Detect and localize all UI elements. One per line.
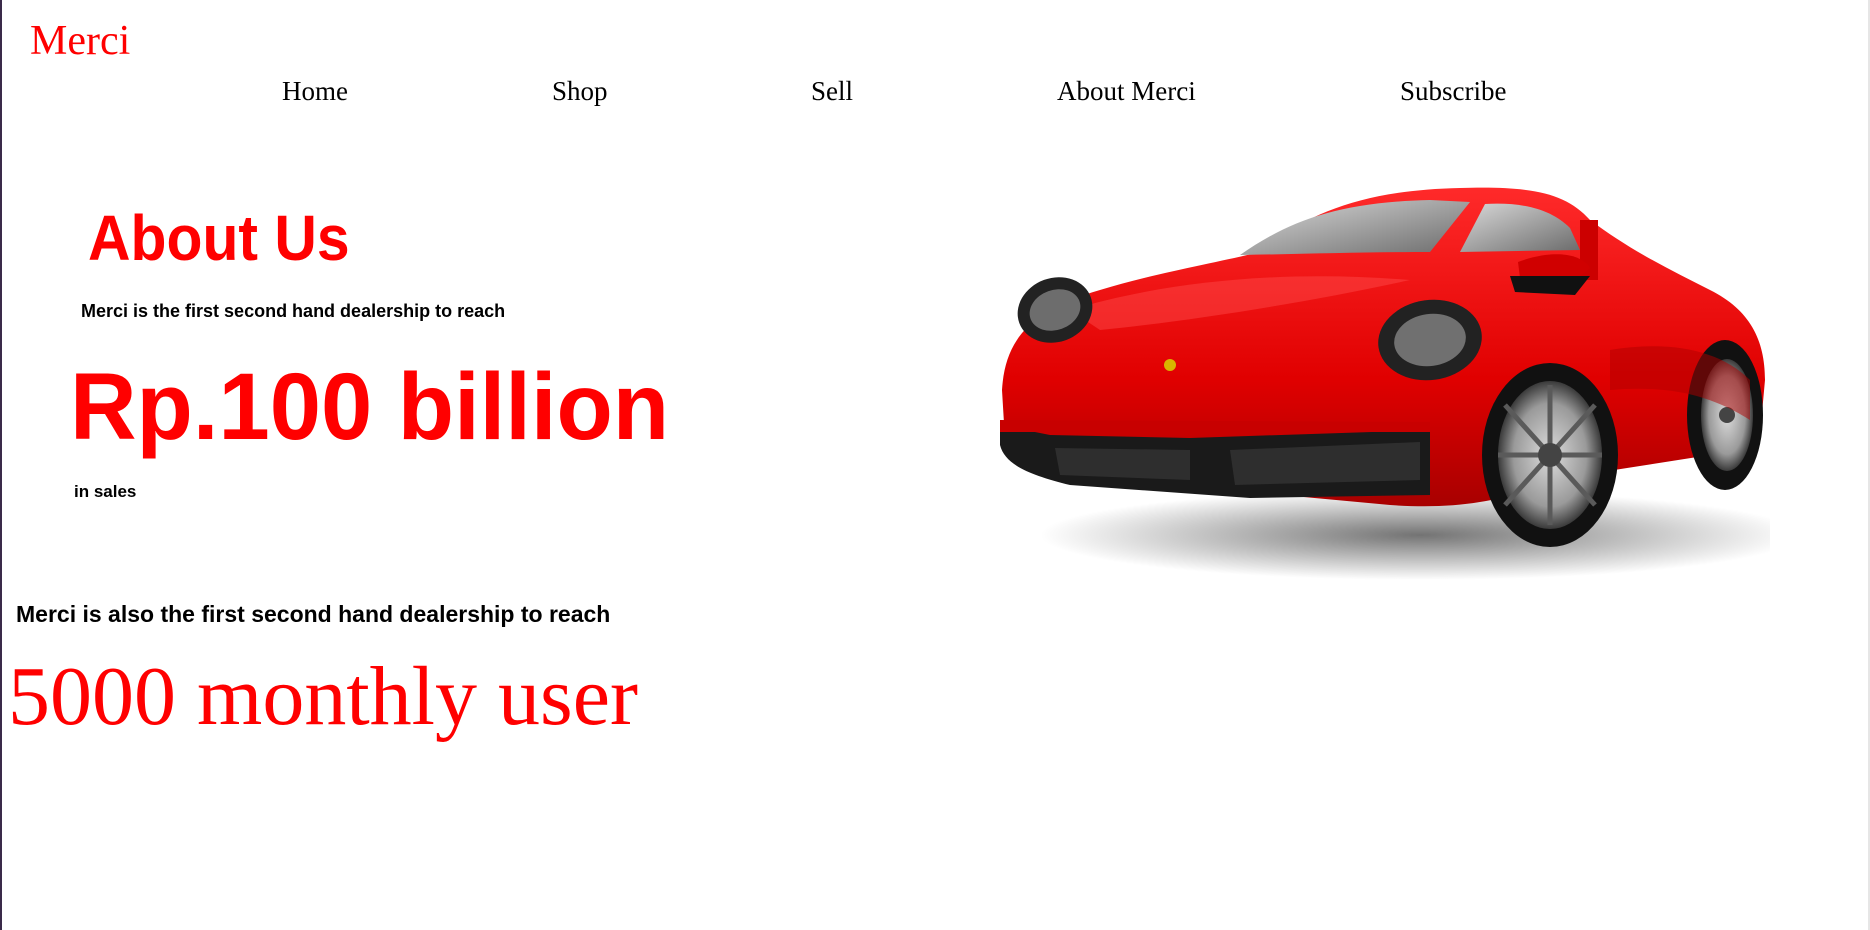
page-title: About Us xyxy=(88,202,350,274)
sales-highlight: Rp.100 billion xyxy=(70,354,670,460)
nav-item-shop[interactable]: Shop xyxy=(552,78,608,105)
sales-suffix-text: in sales xyxy=(74,482,137,501)
window-left-border xyxy=(0,0,2,930)
brand-logo[interactable]: Merci xyxy=(30,20,130,62)
nav-item-about-merci[interactable]: About Merci xyxy=(1057,78,1196,105)
users-highlight: 5000 monthly user xyxy=(8,650,638,743)
nav-item-home[interactable]: Home xyxy=(282,78,348,105)
car-badge xyxy=(1164,359,1176,371)
nav-item-subscribe[interactable]: Subscribe xyxy=(1400,78,1506,105)
nav-item-sell[interactable]: Sell xyxy=(811,78,853,105)
users-lead-text: Merci is also the first second hand deal… xyxy=(16,601,611,627)
red-sports-car-image xyxy=(1000,187,1770,580)
sales-lead-text: Merci is the first second hand dealershi… xyxy=(81,301,506,321)
